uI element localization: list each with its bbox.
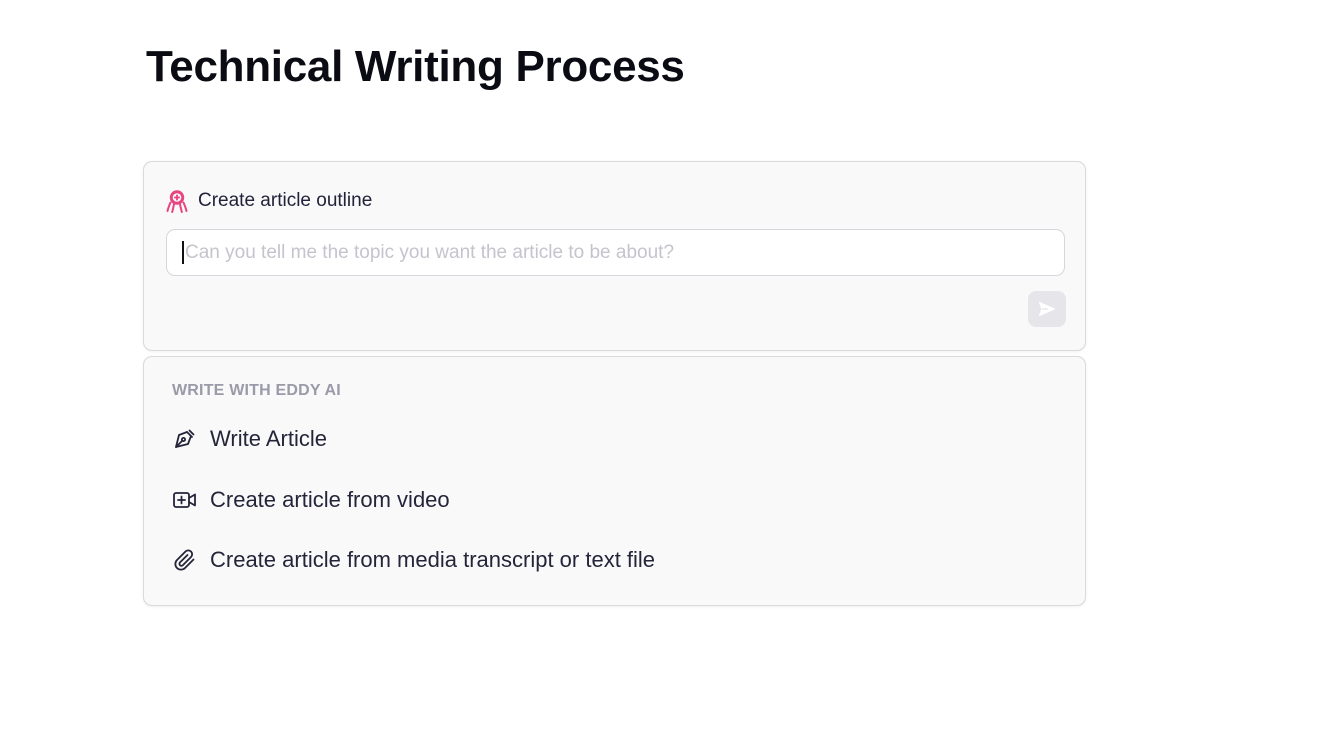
write-article-label: Write Article <box>210 426 327 451</box>
article-from-video-option[interactable]: Create article from video <box>172 483 450 517</box>
write-article-option[interactable]: Write Article <box>172 422 327 456</box>
topic-input[interactable] <box>185 241 1045 264</box>
article-from-video-label: Create article from video <box>210 487 450 512</box>
prompt-header-label: Create article outline <box>198 190 373 211</box>
text-caret <box>182 241 184 264</box>
page-title: Technical Writing Process <box>146 42 685 91</box>
octopus-mascot-icon <box>165 188 189 214</box>
pen-nib-icon <box>172 426 198 452</box>
video-plus-icon <box>172 487 198 513</box>
paperclip-icon <box>172 547 198 573</box>
topic-input-wrapper[interactable] <box>166 229 1065 276</box>
send-button[interactable] <box>1028 291 1066 327</box>
article-from-transcript-option[interactable]: Create article from media transcript or … <box>172 543 655 577</box>
article-from-transcript-label: Create article from media transcript or … <box>210 547 656 572</box>
write-with-ai-menu: WRITE WITH EDDY AI Write Article Create … <box>143 356 1086 606</box>
section-heading: WRITE WITH EDDY AI <box>172 382 341 399</box>
prompt-header: Create article outline <box>165 188 372 214</box>
outline-prompt-card: Create article outline <box>143 161 1086 351</box>
send-icon <box>1038 301 1056 317</box>
